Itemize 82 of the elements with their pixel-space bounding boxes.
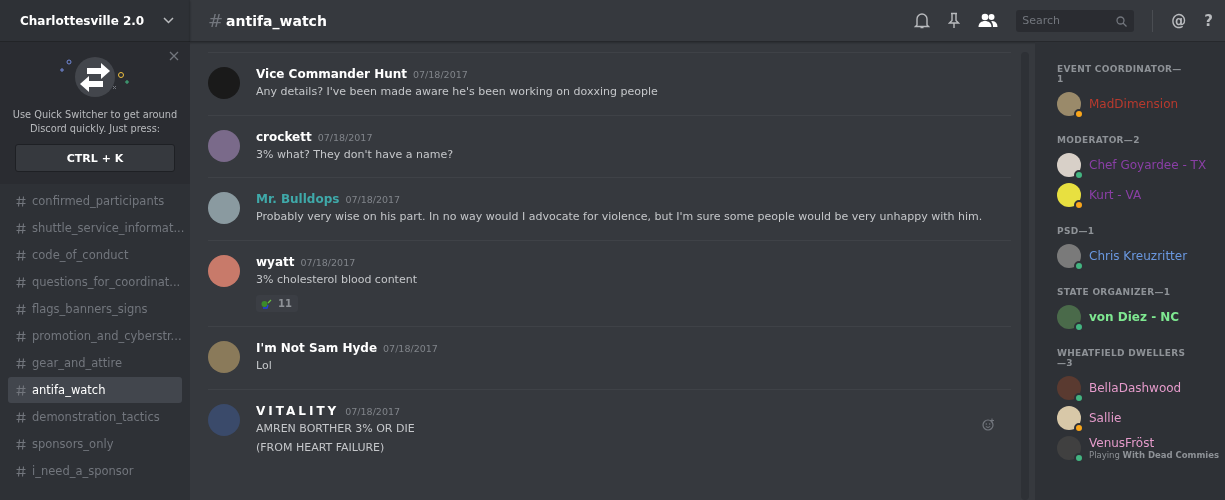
member-name: von Diez - NC <box>1089 310 1180 324</box>
message-text: AMREN BORTHER 3% OR DIE <box>256 420 415 437</box>
hash-icon <box>16 438 26 450</box>
search-field[interactable]: Search <box>1016 9 1135 32</box>
role-heading: MODERATOR—2 <box>1057 135 1141 145</box>
add-reaction-icon[interactable] <box>982 417 995 431</box>
message-text: 3% what? They don't have a name? <box>256 146 454 163</box>
member-name: BellaDashwood <box>1089 381 1182 395</box>
author-name[interactable]: crockett <box>256 129 312 144</box>
role-heading: WHEATFIELD DWELLERS—3 <box>1057 348 1187 368</box>
message-text: Probably very wise on his part. In no way would I advocate for violence, but I'm sure some people would be very unhappy with him. <box>256 209 983 225</box>
member-item[interactable]: VenusFröst Playing With Dead Commies <box>1057 433 1217 463</box>
role-heading: EVENT COORDINATOR—1 <box>1057 64 1183 84</box>
message-text: Any details? I've been made aware he's been working on doxxing people <box>256 84 658 100</box>
message-text: Lol <box>256 358 273 374</box>
author-name[interactable]: wyatt <box>256 254 295 269</box>
avatar[interactable] <box>208 192 240 224</box>
help-button[interactable]: ? <box>1204 11 1213 30</box>
timestamp: 07/18/2017 <box>383 343 438 354</box>
hash-icon: # <box>208 10 224 31</box>
server-name: Charlottesville 2.0 <box>20 13 145 28</box>
reaction-button[interactable]: 11 <box>256 295 298 312</box>
author-name[interactable]: Vice Commander Hunt <box>256 67 407 81</box>
avatar[interactable] <box>208 341 240 373</box>
timestamp: 07/18/2017 <box>300 256 356 268</box>
hash-icon <box>16 357 26 369</box>
member-name: Sallie <box>1089 411 1122 425</box>
timestamp: 07/18/2017 <box>345 194 401 205</box>
timestamp: 07/18/2017 <box>317 131 373 143</box>
channel-title: antifa_watch <box>226 12 327 29</box>
hash-icon <box>16 195 26 207</box>
member-item[interactable]: von Diez - NC <box>1057 302 1217 332</box>
channel-item[interactable]: antifa_watch <box>8 377 182 404</box>
member-name: Chef Goyardee - TX <box>1089 158 1207 172</box>
hash-icon <box>16 276 26 288</box>
author-name[interactable]: VITALITY <box>256 403 340 418</box>
avatar[interactable] <box>208 254 240 287</box>
pin-icon[interactable] <box>948 12 961 29</box>
channel-item[interactable]: confirmed_participants <box>8 188 182 215</box>
channel-item[interactable]: i_need_a_sponsor <box>8 458 182 485</box>
mentions-button[interactable]: @ <box>1171 11 1187 30</box>
channel-item[interactable]: gear_and_attire <box>8 350 182 377</box>
member-name: MadDimension <box>1089 97 1179 111</box>
channel-item[interactable]: sponsors_only <box>8 431 182 458</box>
author-name[interactable]: I'm Not Sam Hyde <box>256 341 378 355</box>
author-name[interactable]: Mr. Bulldops <box>256 192 340 206</box>
role-heading: STATE ORGANIZER—1 <box>1057 287 1172 297</box>
emoji-icon <box>261 298 272 309</box>
channel-item[interactable]: demonstration_tactics <box>8 404 182 431</box>
members-icon[interactable] <box>978 13 999 28</box>
quick-switcher-hint: Use Quick Switcher to get around Discord quickly. Just press: <box>11 108 179 137</box>
member-item[interactable]: BellaDashwood <box>1057 373 1217 403</box>
shortcut-button[interactable]: CTRL + K <box>15 144 175 173</box>
avatar[interactable] <box>208 129 240 162</box>
timestamp: 07/18/2017 <box>345 405 401 417</box>
member-activity: Playing With Dead Commies <box>1089 450 1220 460</box>
hash-icon <box>16 330 26 342</box>
chevron-icon <box>163 17 174 24</box>
channel-item[interactable]: promotion_and_cyberstr... <box>8 323 182 350</box>
channel-item[interactable]: questions_for_coordinat... <box>8 269 182 296</box>
member-name: Kurt - VA <box>1089 188 1142 202</box>
member-item[interactable]: MadDimension <box>1057 89 1217 119</box>
hash-icon <box>16 303 26 315</box>
message-text: 3% cholesterol blood content <box>256 271 417 288</box>
search-icon <box>1116 15 1128 27</box>
message-text: (FROM HEART FAILURE) <box>256 440 386 456</box>
close-button[interactable] <box>168 50 180 62</box>
hash-icon <box>16 384 26 396</box>
hash-icon <box>16 222 26 234</box>
channel-item[interactable]: shuttle_service_informat... <box>8 215 182 242</box>
hash-icon <box>16 411 26 423</box>
member-name: Chris Kreuzritter <box>1089 249 1188 263</box>
timestamp: 07/18/2017 <box>413 69 468 80</box>
hash-icon <box>16 465 26 477</box>
hash-icon <box>16 249 26 261</box>
bell-icon[interactable] <box>914 12 931 29</box>
member-item[interactable]: Sallie <box>1057 403 1217 433</box>
channel-item[interactable]: code_of_conduct <box>8 242 182 269</box>
channel-item[interactable]: flags_banners_signs <box>8 296 182 323</box>
member-name: VenusFröst <box>1089 436 1156 450</box>
member-item[interactable]: Chris Kreuzritter <box>1057 241 1217 271</box>
role-heading: PSD—1 <box>1057 226 1096 236</box>
